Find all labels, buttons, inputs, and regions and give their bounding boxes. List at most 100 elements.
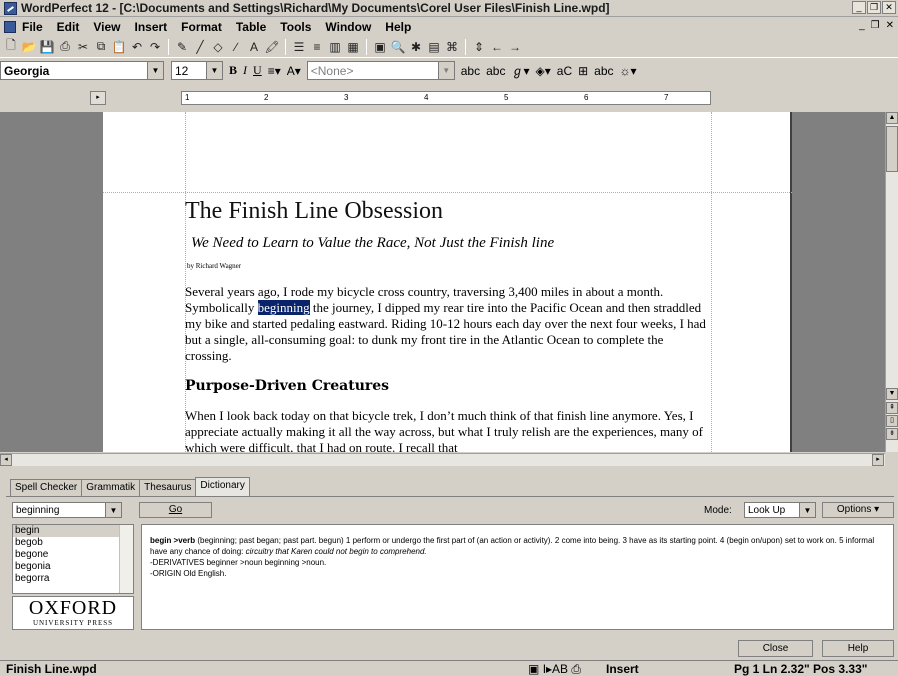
tab-spell-checker[interactable]: Spell Checker bbox=[10, 479, 83, 497]
chevron-down-icon[interactable]: ▼ bbox=[105, 503, 121, 517]
next-page-icon[interactable]: ⇟ bbox=[886, 428, 898, 440]
lookup-word-combo[interactable]: beginning ▼ bbox=[12, 502, 122, 518]
ruler[interactable]: 1 2 3 4 5 6 7 bbox=[181, 91, 711, 105]
chevron-down-icon[interactable]: ▼ bbox=[799, 503, 815, 517]
scroll-right-icon[interactable]: ▸ bbox=[872, 454, 884, 466]
scroll-up-icon[interactable]: ▲ bbox=[886, 112, 898, 124]
document-editor[interactable]: The Finish Line Obsession We Need to Lea… bbox=[0, 112, 885, 452]
font-size-combo[interactable]: 12 ▼ bbox=[171, 61, 223, 80]
table-icon[interactable]: ▦ bbox=[344, 38, 362, 56]
tab-grammatik[interactable]: Grammatik bbox=[81, 479, 141, 497]
font-face-combo[interactable]: Georgia ▼ bbox=[0, 61, 164, 80]
close-icon[interactable]: ✕ bbox=[882, 1, 896, 14]
list-item[interactable]: begorra bbox=[13, 573, 133, 585]
scroll-left-icon[interactable]: ◂ bbox=[0, 454, 12, 466]
help-button[interactable]: Help bbox=[822, 640, 894, 657]
list-item[interactable]: begonia bbox=[13, 561, 133, 573]
document-page[interactable]: The Finish Line Obsession We Need to Lea… bbox=[103, 112, 792, 452]
menu-help[interactable]: Help bbox=[385, 20, 411, 34]
select-mode-icon[interactable]: I▸AB bbox=[543, 662, 568, 676]
doc-close-icon[interactable]: ✕ bbox=[886, 20, 894, 31]
document-content[interactable]: The Finish Line Obsession We Need to Lea… bbox=[185, 198, 713, 452]
document-status-icon[interactable]: ▣ bbox=[528, 662, 539, 676]
document-icon[interactable] bbox=[4, 20, 16, 33]
chevron-down-icon[interactable]: ▼ bbox=[147, 62, 163, 79]
printer-icon[interactable]: ⎙ bbox=[571, 662, 581, 676]
wordperfect-app-icon[interactable] bbox=[4, 1, 17, 15]
quickformat-icon[interactable]: ℊ▾ bbox=[511, 62, 529, 79]
italic-button[interactable]: I bbox=[243, 63, 247, 78]
mode-combo[interactable]: Look Up ▼ bbox=[744, 502, 816, 518]
redo-icon[interactable]: ↷ bbox=[146, 38, 164, 56]
paste-icon[interactable]: 📋 bbox=[110, 38, 128, 56]
menu-format[interactable]: Format bbox=[181, 20, 222, 34]
menu-edit[interactable]: Edit bbox=[57, 20, 80, 34]
doc-restore-icon[interactable]: ❐ bbox=[871, 20, 880, 31]
strikeout-icon[interactable]: abc bbox=[594, 64, 613, 78]
bold-button[interactable]: B bbox=[229, 63, 237, 78]
ruler-tab-icon[interactable]: ▸ bbox=[90, 91, 106, 105]
menu-window[interactable]: Window bbox=[325, 20, 371, 34]
reveal-codes-icon[interactable]: ⌘ bbox=[443, 38, 461, 56]
styles-combo[interactable]: <None> ▼ bbox=[306, 61, 455, 80]
grammar-as-you-go-icon[interactable]: abc bbox=[486, 64, 505, 78]
doc-minimize-icon[interactable]: _ bbox=[859, 20, 865, 31]
list-item[interactable]: begob bbox=[13, 537, 133, 549]
chevron-down-icon[interactable]: ▼ bbox=[437, 62, 454, 79]
undo-icon[interactable]: ↶ bbox=[128, 38, 146, 56]
previous-page-icon[interactable]: ⇞ bbox=[886, 402, 898, 414]
new-document-icon[interactable]: 🗋 bbox=[2, 38, 20, 56]
format-icon[interactable]: ▤ bbox=[425, 38, 443, 56]
word-list-scrollbar[interactable] bbox=[119, 525, 133, 593]
status-filename[interactable]: Finish Line.wpd bbox=[6, 662, 97, 676]
fill-icon[interactable]: ◈▾ bbox=[536, 64, 551, 78]
menu-file[interactable]: File bbox=[22, 20, 43, 34]
line-icon[interactable]: ╱ bbox=[191, 38, 209, 56]
menu-table[interactable]: Table bbox=[236, 20, 266, 34]
spell-icon[interactable]: ✱ bbox=[407, 38, 425, 56]
shape-icon[interactable]: ◇ bbox=[209, 38, 227, 56]
zoom-page-icon[interactable]: ▣ bbox=[371, 38, 389, 56]
list-item[interactable]: begone bbox=[13, 549, 133, 561]
forward-arrow-icon[interactable]: → bbox=[506, 38, 524, 56]
spell-as-you-go-icon[interactable]: abc bbox=[461, 64, 480, 78]
scroll-thumb[interactable] bbox=[886, 126, 898, 172]
symbols-icon[interactable]: ☼▾ bbox=[620, 64, 637, 78]
horizontal-scrollbar[interactable]: ◂ ▸ bbox=[0, 453, 885, 466]
restore-icon[interactable]: ❐ bbox=[867, 1, 881, 14]
list-item[interactable]: begin bbox=[13, 525, 133, 537]
vertical-scrollbar[interactable]: ▲ ▼ ⇞ ▯ ⇟ bbox=[885, 112, 898, 452]
zoom-icon[interactable]: 🔍 bbox=[389, 38, 407, 56]
underline-button[interactable]: U bbox=[253, 63, 262, 78]
menu-insert[interactable]: Insert bbox=[134, 20, 167, 34]
status-insert-mode[interactable]: Insert bbox=[606, 662, 639, 676]
highlight-icon[interactable]: 🖍 bbox=[263, 38, 281, 56]
justification-icon[interactable]: ≡▾ bbox=[268, 64, 281, 78]
selected-word[interactable]: beginning bbox=[257, 300, 310, 315]
save-icon[interactable]: 💾 bbox=[38, 38, 56, 56]
page-icon[interactable]: ▯ bbox=[886, 415, 898, 427]
numbering-icon[interactable]: ≡ bbox=[308, 38, 326, 56]
text-box-icon[interactable]: A bbox=[245, 38, 263, 56]
subscript-icon[interactable]: ⊞ bbox=[578, 64, 588, 78]
case-icon[interactable]: aC bbox=[557, 64, 572, 78]
tab-dictionary[interactable]: Dictionary bbox=[195, 477, 250, 497]
pen-icon[interactable]: ✎ bbox=[173, 38, 191, 56]
print-icon[interactable]: ⎙ bbox=[56, 38, 74, 56]
back-arrow-icon[interactable]: ← bbox=[488, 38, 506, 56]
word-list[interactable]: begin begob begone begonia begorra bbox=[12, 524, 134, 594]
go-button[interactable]: Go bbox=[139, 502, 212, 518]
draw-line-icon[interactable]: ∕ bbox=[227, 38, 245, 56]
status-position[interactable]: Pg 1 Ln 2.32" Pos 3.33" bbox=[734, 662, 867, 676]
options-button[interactable]: Options ▾ bbox=[822, 502, 894, 518]
columns-icon[interactable]: ▥ bbox=[326, 38, 344, 56]
tab-thesaurus[interactable]: Thesaurus bbox=[139, 479, 197, 497]
chevron-down-icon[interactable]: ▼ bbox=[206, 62, 222, 79]
cut-icon[interactable]: ✂ bbox=[74, 38, 92, 56]
copy-icon[interactable]: ⧉ bbox=[92, 38, 110, 56]
open-folder-icon[interactable]: 📂 bbox=[20, 38, 38, 56]
bullets-icon[interactable]: ☰ bbox=[290, 38, 308, 56]
up-down-icon[interactable]: ⇕ bbox=[470, 38, 488, 56]
menu-view[interactable]: View bbox=[93, 20, 120, 34]
close-button[interactable]: Close bbox=[738, 640, 813, 657]
